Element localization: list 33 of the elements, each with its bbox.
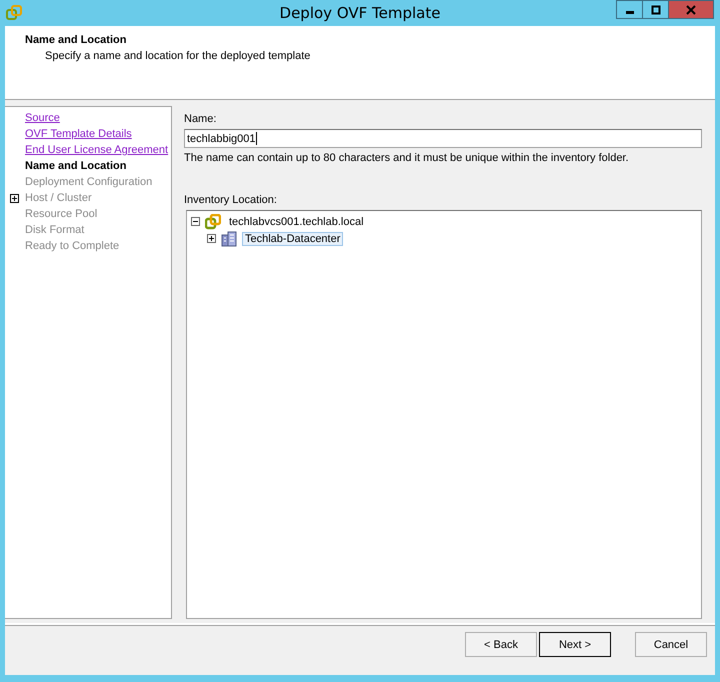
minimize-icon <box>626 10 634 14</box>
server-icon <box>205 214 221 230</box>
window-title: Deploy OVF Template <box>280 4 440 22</box>
close-button[interactable] <box>668 0 714 19</box>
collapse-icon[interactable] <box>191 217 200 226</box>
step-link[interactable]: OVF Template Details <box>25 128 132 140</box>
maximize-button[interactable] <box>642 0 669 19</box>
step-label: Disk Format <box>25 224 84 236</box>
building-icon <box>221 230 237 246</box>
page-subtitle: Specify a name and location for the deployed template <box>45 50 312 62</box>
wizard-button[interactable]: Next > <box>539 632 611 657</box>
minimize-button[interactable] <box>616 0 643 19</box>
step-label: Host / Cluster <box>25 192 92 204</box>
step-label: Resource Pool <box>25 208 98 220</box>
page-title: Name and Location <box>25 34 128 46</box>
maximize-icon <box>650 4 660 14</box>
step-link[interactable]: End User License Agreement <box>25 144 168 156</box>
step-label: Ready to Complete <box>25 240 120 252</box>
wizard-button[interactable]: < Back <box>465 632 537 657</box>
tree-node[interactable]: techlabvcs001.techlab.local <box>226 214 367 228</box>
step-label: Name and Location <box>25 160 126 172</box>
wizard-button[interactable]: Cancel <box>635 632 707 657</box>
expand-icon[interactable] <box>207 234 216 243</box>
inventory-label: Inventory Location: <box>184 194 278 206</box>
name-field[interactable]: techlabbig001 <box>184 129 702 148</box>
name-label: Name: <box>184 113 218 125</box>
expand-icon[interactable] <box>10 194 19 202</box>
name-hint: The name can contain up to 80 characters and it must be unique within the inventory folder. <box>184 152 630 164</box>
step-link[interactable]: Source <box>25 112 60 124</box>
step-label: Deployment Configuration <box>25 176 152 188</box>
app-logo-icon <box>6 5 22 21</box>
close-icon <box>686 4 696 14</box>
tree-node[interactable]: Techlab-Datacenter <box>242 232 344 246</box>
